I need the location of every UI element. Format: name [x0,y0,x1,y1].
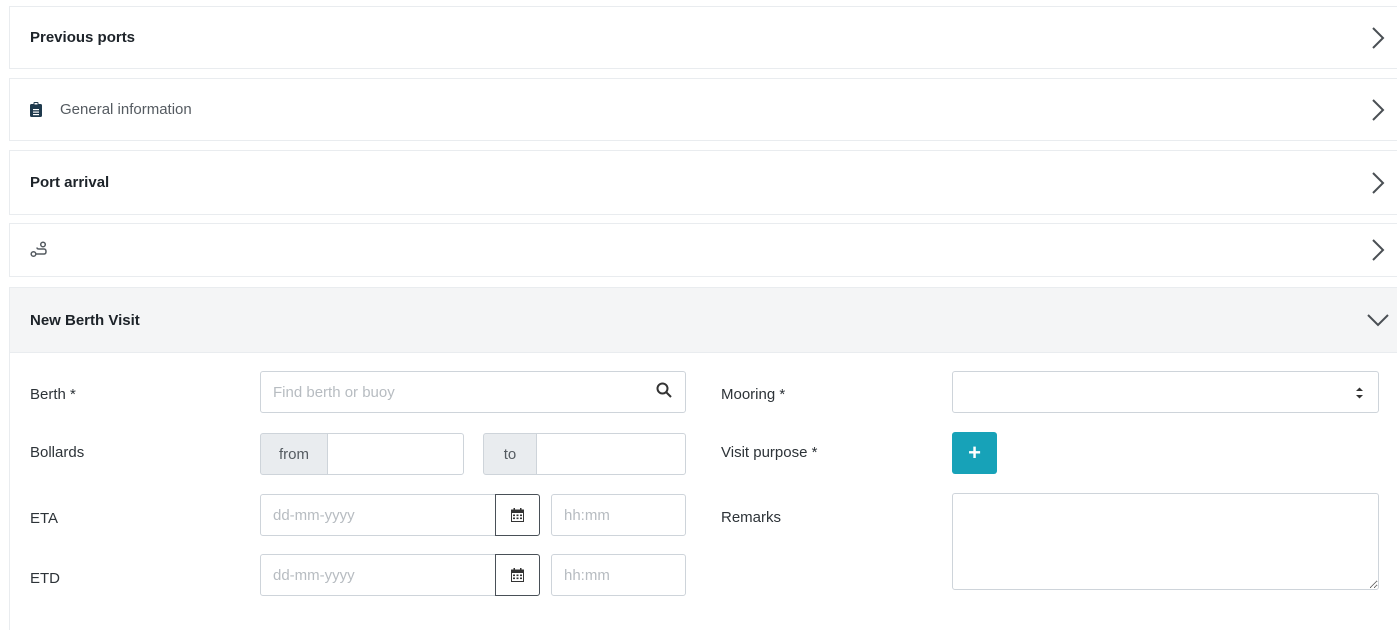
panel-title: General information [60,101,192,118]
etd-calendar-button[interactable] [495,554,540,596]
panel-route-header[interactable] [10,224,1397,276]
berth-search-input[interactable] [260,371,686,413]
calendar-icon [511,508,524,522]
panel-new-berth-visit-header[interactable]: New Berth Visit [10,288,1397,352]
visit-purpose-label: Visit purpose * [721,444,818,461]
bollards-from-addon: from [260,433,328,475]
bollards-label: Bollards [30,444,85,461]
panel-title: Port arrival [30,174,110,191]
clipboard-icon [30,102,42,117]
etd-time-input[interactable] [551,554,686,596]
panel-new-berth-visit[interactable]: New Berth Visit [9,287,1397,353]
new-berth-visit-form: Berth * Bollards from to ETA ETD [9,353,1397,630]
panel-general-information-header[interactable]: General information [10,79,1397,140]
add-visit-purpose-button[interactable]: + [952,432,997,474]
remarks-textarea[interactable] [952,493,1379,590]
mooring-label: Mooring * [721,386,786,403]
remarks-label: Remarks [721,509,782,526]
panel-port-arrival[interactable]: Port arrival [9,150,1397,215]
panel-route[interactable] [9,223,1397,277]
berth-label: Berth * [30,386,76,403]
calendar-icon [511,568,524,582]
route-icon [30,241,48,259]
chevron-right-icon[interactable] [1371,239,1385,261]
etd-label: ETD [30,570,60,587]
search-icon[interactable] [656,382,672,398]
chevron-right-icon[interactable] [1371,98,1385,121]
etd-date-input[interactable] [260,554,496,596]
bollards-to-input[interactable] [536,433,686,475]
select-arrows-icon [1355,386,1364,400]
chevron-right-icon[interactable] [1371,171,1385,194]
bollards-to-addon: to [483,433,537,475]
panel-previous-ports-header[interactable]: Previous ports [10,7,1397,68]
panel-title: Previous ports [30,29,136,46]
panel-general-information[interactable]: General information [9,78,1397,141]
eta-date-input[interactable] [260,494,496,536]
eta-label: ETA [30,510,59,527]
mooring-select[interactable] [952,371,1379,413]
eta-calendar-button[interactable] [495,494,540,536]
chevron-down-icon[interactable] [1367,313,1389,327]
eta-time-input[interactable] [551,494,686,536]
bollards-from-input[interactable] [327,433,464,475]
chevron-right-icon[interactable] [1371,26,1385,49]
berth-search-wrapper [260,371,686,413]
panel-title: New Berth Visit [30,311,140,329]
panel-port-arrival-header[interactable]: Port arrival [10,151,1397,214]
panel-previous-ports[interactable]: Previous ports [9,6,1397,69]
